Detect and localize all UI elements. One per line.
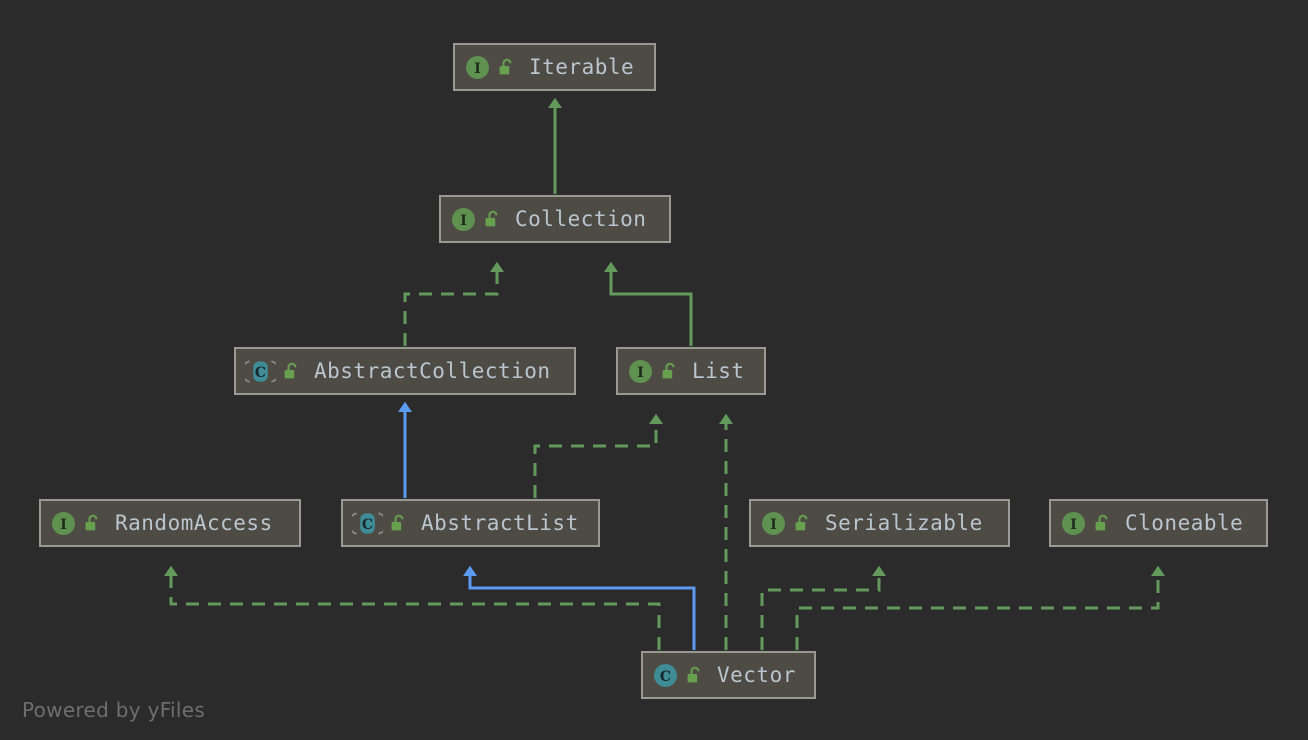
edge-vector-randomaccess bbox=[171, 572, 659, 650]
interface-icon: I bbox=[627, 358, 654, 385]
node-glyphs: I bbox=[450, 206, 501, 233]
node-glyphs: C bbox=[652, 662, 703, 689]
edge-vector-cloneable bbox=[797, 572, 1158, 650]
svg-text:C: C bbox=[362, 517, 373, 533]
node-glyphs: I bbox=[627, 358, 678, 385]
public-unlocked-icon bbox=[794, 514, 811, 533]
interface-icon: I bbox=[760, 510, 787, 537]
node-glyphs: I bbox=[464, 54, 515, 81]
svg-text:I: I bbox=[460, 213, 467, 229]
class-node-abstractlist[interactable]: C AbstractList bbox=[341, 499, 600, 547]
node-glyphs: I bbox=[50, 510, 101, 537]
svg-text:I: I bbox=[770, 517, 777, 533]
class-node-label: List bbox=[692, 359, 745, 383]
svg-text:I: I bbox=[474, 61, 481, 77]
class-node-label: AbstractCollection bbox=[314, 359, 551, 383]
class-node-cloneable[interactable]: I Cloneable bbox=[1049, 499, 1268, 547]
svg-text:C: C bbox=[660, 669, 671, 685]
svg-text:I: I bbox=[60, 517, 67, 533]
class-node-label: AbstractList bbox=[421, 511, 579, 535]
public-unlocked-icon bbox=[390, 514, 407, 533]
public-unlocked-icon bbox=[661, 362, 678, 381]
class-node-abstractcollection[interactable]: C AbstractCollection bbox=[234, 347, 576, 395]
public-unlocked-icon bbox=[283, 362, 300, 381]
class-hierarchy-diagram: Iterable : solid green, straight up --> … bbox=[0, 0, 1308, 740]
class-node-label: Serializable bbox=[825, 511, 983, 535]
class-node-iterable[interactable]: I Iterable bbox=[453, 43, 656, 91]
class-node-serializable[interactable]: I Serializable bbox=[749, 499, 1010, 547]
interface-icon: I bbox=[1060, 510, 1087, 537]
class-node-label: Iterable bbox=[529, 55, 634, 79]
node-glyphs: C bbox=[245, 358, 300, 385]
class-icon: C bbox=[652, 662, 679, 689]
class-node-label: Collection bbox=[515, 207, 646, 231]
abstract-class-icon: C bbox=[352, 510, 383, 537]
svg-text:I: I bbox=[1070, 517, 1077, 533]
yfiles-watermark: Powered by yFiles bbox=[22, 698, 205, 722]
class-node-collection[interactable]: I Collection bbox=[439, 195, 671, 243]
edge-list-collection bbox=[611, 268, 691, 346]
class-node-label: Cloneable bbox=[1125, 511, 1243, 535]
class-node-list[interactable]: I List bbox=[616, 347, 766, 395]
class-node-vector[interactable]: C Vector bbox=[641, 651, 816, 699]
class-node-randomaccess[interactable]: I RandomAccess bbox=[39, 499, 301, 547]
interface-icon: I bbox=[50, 510, 77, 537]
edge-vector-serializable bbox=[762, 572, 879, 650]
class-node-label: RandomAccess bbox=[115, 511, 273, 535]
public-unlocked-icon bbox=[1094, 514, 1111, 533]
svg-text:I: I bbox=[637, 365, 644, 381]
public-unlocked-icon bbox=[686, 666, 703, 685]
edge-abstractlist-list bbox=[535, 420, 656, 498]
node-glyphs: I bbox=[760, 510, 811, 537]
node-glyphs: C bbox=[352, 510, 407, 537]
interface-icon: I bbox=[464, 54, 491, 81]
interface-icon: I bbox=[450, 206, 477, 233]
class-node-label: Vector bbox=[717, 663, 796, 687]
node-glyphs: I bbox=[1060, 510, 1111, 537]
edge-abstractcollection-collection bbox=[405, 268, 497, 346]
svg-text:C: C bbox=[255, 365, 266, 381]
abstract-class-icon: C bbox=[245, 358, 276, 385]
public-unlocked-icon bbox=[484, 210, 501, 229]
public-unlocked-icon bbox=[498, 58, 515, 77]
public-unlocked-icon bbox=[84, 514, 101, 533]
